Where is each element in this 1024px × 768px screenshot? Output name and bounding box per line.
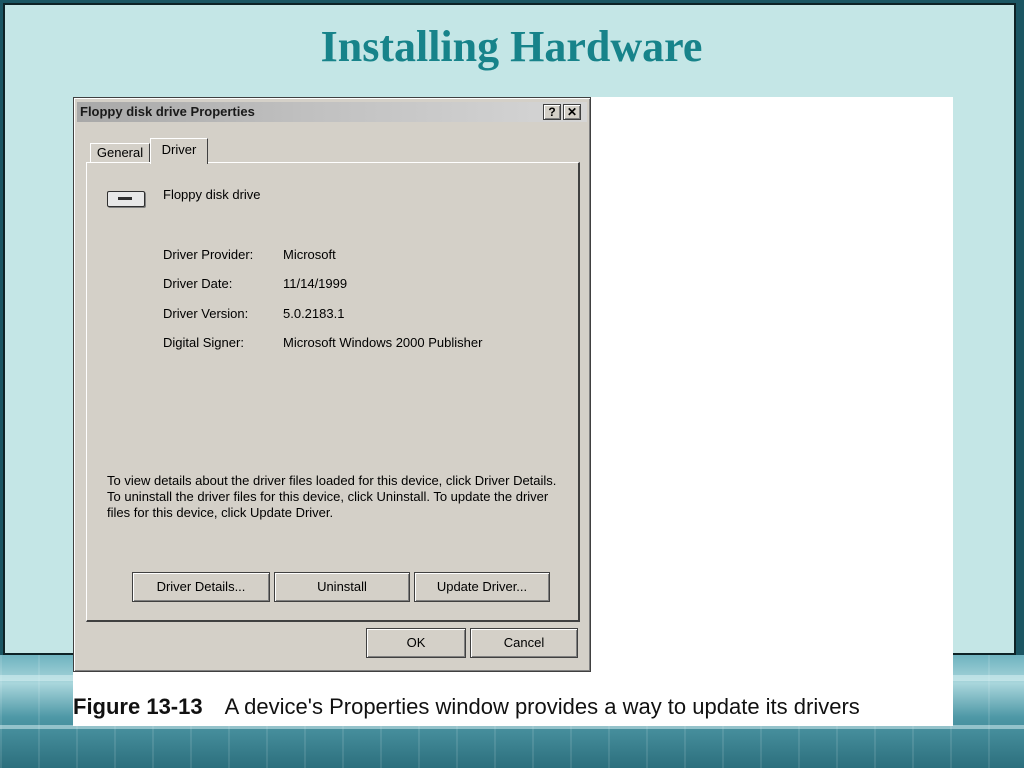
digital-signer-label: Digital Signer: xyxy=(163,335,244,350)
figure: Floppy disk drive Properties ? ✕ General… xyxy=(73,97,953,726)
driver-provider-value: Microsoft xyxy=(283,247,336,262)
driver-tab-panel: Floppy disk drive Driver Provider: Micro… xyxy=(86,162,580,622)
figure-caption-text: A device's Properties window provides a … xyxy=(224,694,860,719)
close-button[interactable]: ✕ xyxy=(563,104,581,120)
driver-provider-label: Driver Provider: xyxy=(163,247,254,262)
driver-date-value: 11/14/1999 xyxy=(283,276,348,291)
help-button[interactable]: ? xyxy=(543,104,561,120)
driver-details-button[interactable]: Driver Details... xyxy=(132,572,270,602)
properties-dialog: Floppy disk drive Properties ? ✕ General… xyxy=(73,97,591,672)
tab-general[interactable]: General xyxy=(90,143,150,163)
driver-date-label: Driver Date: xyxy=(163,276,233,291)
tab-driver[interactable]: Driver xyxy=(150,138,208,164)
digital-signer-value: Microsoft Windows 2000 Publisher xyxy=(283,335,483,350)
uninstall-button[interactable]: Uninstall xyxy=(274,572,410,602)
slide-title: Installing Hardware xyxy=(320,22,703,71)
figure-number: Figure 13-13 xyxy=(73,694,203,719)
figure-caption: Figure 13-13 A device's Properties window… xyxy=(73,694,953,720)
dialog-titlebar[interactable]: Floppy disk drive Properties ? ✕ xyxy=(77,102,587,122)
device-name: Floppy disk drive xyxy=(163,187,261,202)
floppy-drive-icon xyxy=(107,191,145,207)
driver-description: To view details about the driver files l… xyxy=(107,473,557,520)
cancel-button[interactable]: Cancel xyxy=(470,628,578,658)
dialog-title: Floppy disk drive Properties xyxy=(80,104,255,119)
driver-version-value: 5.0.2183.1 xyxy=(283,306,345,321)
driver-version-label: Driver Version: xyxy=(163,306,249,321)
ok-button[interactable]: OK xyxy=(366,628,466,658)
update-driver-button[interactable]: Update Driver... xyxy=(414,572,550,602)
